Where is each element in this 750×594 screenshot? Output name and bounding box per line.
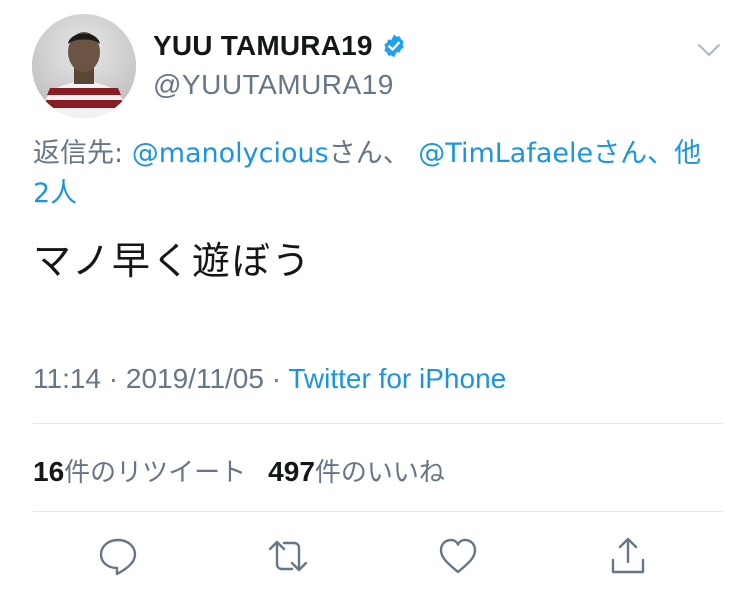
author-name-row[interactable]: YUU TAMURA19 (153, 30, 407, 62)
tweet-source-link[interactable]: Twitter for iPhone (288, 363, 506, 394)
tweet-text: マノ早く遊ぼう (33, 239, 312, 283)
like-label: 件のいいね (314, 458, 445, 488)
reply-suffix: さん、 (328, 138, 410, 169)
reply-icon[interactable] (96, 534, 140, 578)
like-count: 497 (268, 456, 315, 487)
action-bar (0, 534, 750, 578)
avatar[interactable] (32, 14, 136, 118)
retweet-icon[interactable] (266, 534, 310, 578)
reply-context: 返信先: @manolyciousさん、 @TimLafaeleさん、他 2人 (33, 134, 723, 214)
display-name[interactable]: YUU TAMURA19 (153, 30, 373, 62)
meta-separator: · (263, 363, 289, 394)
tweet-time[interactable]: 11:14 (33, 363, 101, 394)
like-stat[interactable]: 497件のいいね (268, 452, 445, 489)
author-handle[interactable]: @YUUTAMURA19 (153, 69, 394, 101)
divider (33, 423, 723, 424)
tweet-meta: 11:14 · 2019/11/05 · Twitter for iPhone (33, 363, 506, 395)
chevron-down-icon[interactable] (697, 38, 721, 62)
tweet-detail: YUU TAMURA19 @YUUTAMURA19 返信先: @manolyci… (0, 0, 750, 594)
retweet-stat[interactable]: 16件のリツイート (33, 452, 246, 489)
verified-badge-icon (381, 33, 407, 59)
tweet-date[interactable]: 2019/11/05 (126, 363, 264, 394)
tweet-stats: 16件のリツイート 497件のいいね (33, 452, 467, 489)
retweet-count: 16 (33, 456, 65, 487)
share-icon[interactable] (606, 534, 650, 578)
reply-others-count[interactable]: 2人 (33, 178, 77, 209)
meta-separator: · (101, 363, 126, 394)
divider (33, 511, 723, 512)
mention-link[interactable]: @TimLafaele (418, 138, 593, 169)
mention-link[interactable]: @manolycious (132, 138, 329, 169)
reply-others-link[interactable]: さん、他 (593, 138, 701, 169)
reply-prefix: 返信先: (33, 138, 132, 169)
retweet-label: 件のリツイート (64, 458, 247, 488)
like-icon[interactable] (436, 534, 480, 578)
